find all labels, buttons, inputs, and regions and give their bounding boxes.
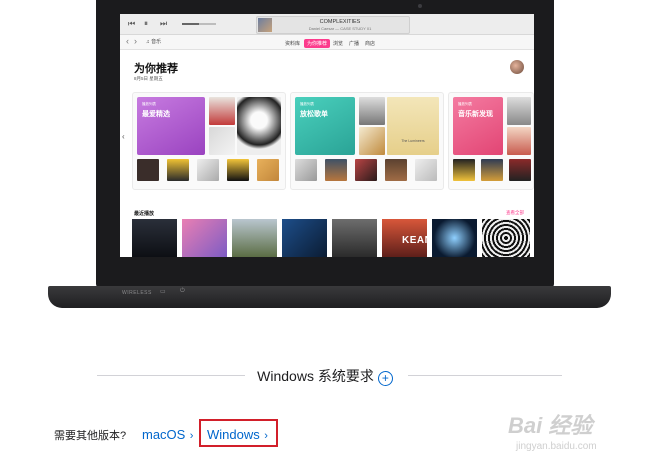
- album-thumbnail[interactable]: [355, 159, 377, 181]
- webcam-icon: [418, 4, 422, 8]
- album-thumbnail[interactable]: [209, 127, 235, 155]
- album-thumbnail[interactable]: [415, 159, 437, 181]
- back-arrow-icon[interactable]: ‹: [126, 36, 129, 46]
- now-playing-subtitle: Daniel Caesar — CASE STUDY 01: [308, 26, 372, 31]
- laptop-screen: ⏮ ⏸ ⏭ COMPLEXITIES Daniel Caesar — CASE …: [120, 14, 534, 257]
- playlist-cover[interactable]: 播放列表 音乐新发现: [453, 97, 503, 155]
- volume-slider-fill: [182, 23, 199, 25]
- previous-track-icon[interactable]: ⏮: [128, 19, 135, 29]
- album-thumbnail[interactable]: [453, 159, 475, 181]
- album-thumbnail[interactable]: [359, 97, 385, 125]
- album-thumbnail[interactable]: [257, 159, 279, 181]
- other-version-question: 需要其他版本?: [54, 430, 127, 442]
- forward-arrow-icon[interactable]: ›: [134, 36, 137, 46]
- itunes-navbar: ‹ › ♫ 音乐 资料库 为你推荐 浏览 广播 商店: [120, 35, 534, 50]
- recent-album[interactable]: [432, 219, 477, 257]
- now-playing-artwork: [258, 18, 272, 32]
- macos-link[interactable]: macOS ›: [142, 426, 193, 444]
- album-thumbnail[interactable]: [197, 159, 219, 181]
- album-thumbnail[interactable]: [385, 159, 407, 181]
- playlist-title: 最爱精选: [142, 111, 170, 118]
- album-thumbnail[interactable]: The Lumineers: [387, 97, 439, 155]
- next-track-icon[interactable]: ⏭: [160, 19, 167, 29]
- album-thumbnail[interactable]: [209, 97, 235, 125]
- plus-circle-icon[interactable]: +: [377, 371, 393, 386]
- album-thumbnail[interactable]: [227, 159, 249, 181]
- now-playing-display: COMPLEXITIES Daniel Caesar — CASE STUDY …: [256, 16, 410, 34]
- playlist-card-chill[interactable]: 播放列表 放松歌单 The Lumineers: [290, 92, 444, 190]
- recent-album[interactable]: [132, 219, 177, 257]
- for-you-date: 8月5日 星期五: [134, 76, 163, 81]
- playlist-tag: 播放列表: [458, 102, 472, 106]
- playlist-cover[interactable]: 播放列表 最爱精选: [137, 97, 205, 155]
- now-playing-title: COMPLEXITIES: [319, 19, 361, 25]
- album-thumbnail[interactable]: [507, 127, 531, 155]
- tab-store[interactable]: 商店: [362, 39, 378, 48]
- system-requirements-toggle[interactable]: Windows 系统要求 +: [0, 366, 650, 386]
- playlist-tag: 播放列表: [300, 102, 314, 106]
- watermark-logo: Bai 经验: [508, 413, 593, 438]
- watermark-url: jingyan.baidu.com: [516, 441, 597, 452]
- album-thumbnail[interactable]: [237, 97, 281, 155]
- album-cover-text: The Lumineers: [401, 139, 425, 143]
- tab-for-you[interactable]: 为你推荐: [304, 39, 331, 48]
- pause-icon[interactable]: ⏸: [144, 19, 148, 29]
- playlist-title: 音乐新发现: [458, 111, 493, 118]
- library-selector[interactable]: ♫ 音乐: [146, 38, 161, 45]
- playlist-card-favorites[interactable]: 播放列表 最爱精选: [132, 92, 286, 190]
- recent-album[interactable]: [332, 219, 377, 257]
- recently-played-heading: 最近播放: [134, 211, 155, 217]
- recent-album[interactable]: [182, 219, 227, 257]
- tab-browse[interactable]: 浏览: [330, 39, 346, 48]
- chevron-right-icon[interactable]: ›: [190, 430, 194, 442]
- album-thumbnail[interactable]: [507, 97, 531, 125]
- windows-link[interactable]: Windows ›: [207, 426, 268, 444]
- playlist-tag: 播放列表: [142, 102, 156, 106]
- album-thumbnail[interactable]: [167, 159, 189, 181]
- system-requirements-label[interactable]: Windows 系统要求: [257, 368, 374, 384]
- for-you-heading: 为你推荐: [134, 63, 178, 75]
- windows-link-label[interactable]: Windows: [207, 427, 260, 442]
- laptop-brand-label: WIRELESS: [122, 290, 152, 296]
- battery-icon: ▭: [160, 289, 166, 295]
- tab-radio[interactable]: 广播: [346, 39, 362, 48]
- recent-album[interactable]: [282, 219, 327, 257]
- chevron-right-icon[interactable]: ›: [264, 430, 268, 442]
- playlist-cover[interactable]: 播放列表 放松歌单: [295, 97, 355, 155]
- album-thumbnail[interactable]: [137, 159, 159, 181]
- avatar[interactable]: [510, 60, 524, 74]
- see-all-link[interactable]: 查看全部: [506, 210, 524, 216]
- album-thumbnail[interactable]: [325, 159, 347, 181]
- album-thumbnail[interactable]: [509, 159, 531, 181]
- tab-library[interactable]: 资料库: [282, 39, 303, 48]
- playlist-title: 放松歌单: [300, 111, 328, 118]
- itunes-titlebar: ⏮ ⏸ ⏭ COMPLEXITIES Daniel Caesar — CASE …: [120, 14, 534, 35]
- power-icon: ⏻: [180, 288, 185, 294]
- album-thumbnail[interactable]: [359, 127, 385, 155]
- laptop-base: WIRELESS ▭ ⏻: [48, 286, 611, 308]
- macos-link-label[interactable]: macOS: [142, 427, 185, 442]
- scroll-left-icon[interactable]: ‹: [122, 132, 125, 141]
- playlist-card-new-music[interactable]: 播放列表 音乐新发现: [448, 92, 534, 190]
- album-thumbnail[interactable]: [295, 159, 317, 181]
- recent-album[interactable]: [232, 219, 277, 257]
- recent-album[interactable]: [482, 219, 530, 257]
- album-thumbnail[interactable]: [481, 159, 503, 181]
